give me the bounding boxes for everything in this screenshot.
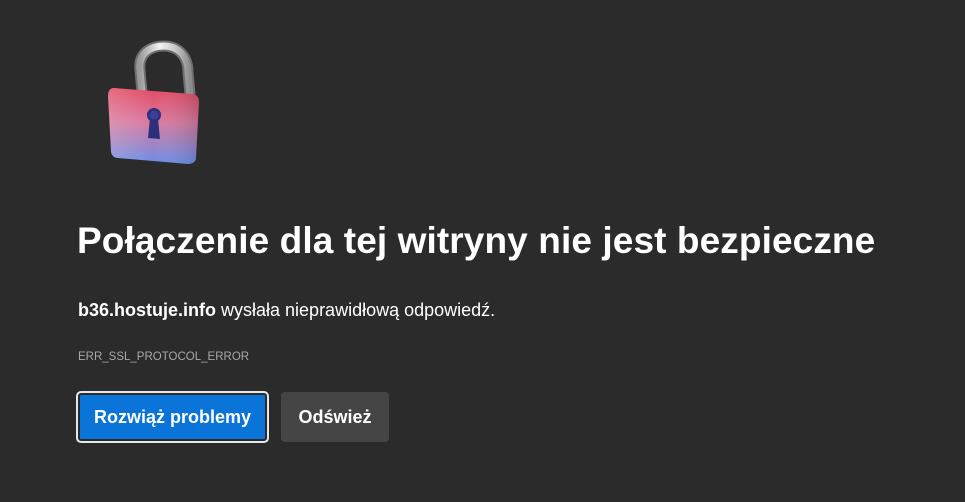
unlocked-padlock-icon (108, 40, 199, 164)
page-title: Połączenie dla tej witryny nie jest bezp… (77, 220, 876, 261)
error-page: Połączenie dla tej witryny nie jest bezp… (0, 0, 965, 502)
site-host: b36.hostuje.info (78, 300, 217, 320)
error-description: b36.hostuje.info wysłała nieprawidłową o… (78, 300, 495, 321)
refresh-button[interactable]: Odśwież (281, 392, 389, 442)
error-message: wysłała nieprawidłową odpowiedź. (216, 300, 496, 320)
troubleshoot-button[interactable]: Rozwiąż problemy (76, 391, 269, 443)
error-code[interactable]: ERR_SSL_PROTOCOL_ERROR (78, 351, 249, 363)
